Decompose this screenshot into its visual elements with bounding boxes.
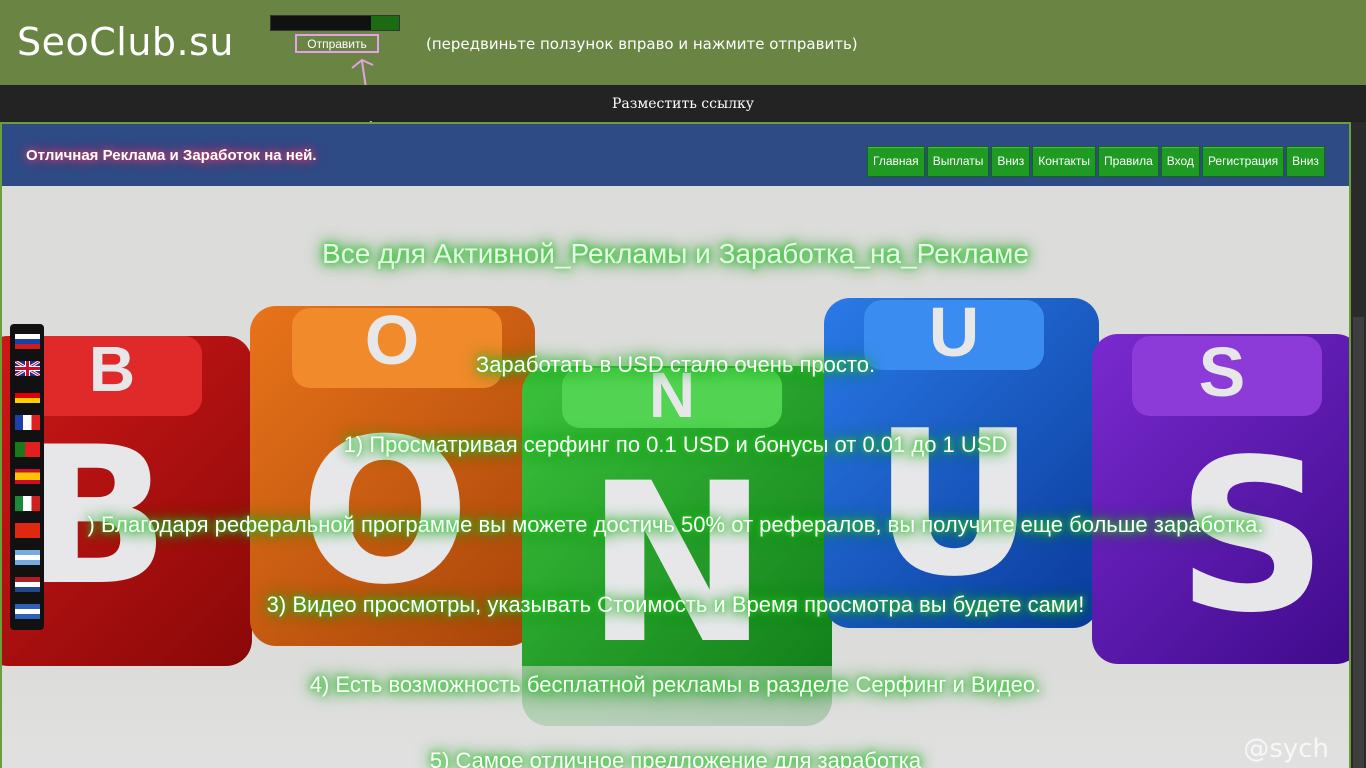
nav-menu: Главная Выплаты Вниз Контакты Правила Вх… bbox=[867, 146, 1325, 177]
nav-login[interactable]: Вход bbox=[1160, 146, 1200, 177]
hero-line-3: 3) Видео просмотры, указывать Стоимость … bbox=[266, 592, 1085, 617]
hero-line-1: 1) Просматривая серфинг по 0.1 USD и бон… bbox=[343, 432, 1008, 457]
nav-down-2[interactable]: Вниз bbox=[1286, 146, 1325, 177]
image-watermark: @sych bbox=[1243, 734, 1329, 764]
flag-es-icon[interactable] bbox=[15, 469, 40, 484]
flag-fr-icon[interactable] bbox=[15, 415, 40, 430]
flag-sv-icon[interactable] bbox=[15, 604, 40, 619]
hero-line-4: 4) Есть возможность бесплатной рекламы в… bbox=[309, 672, 1042, 697]
captcha-slider[interactable] bbox=[270, 15, 400, 31]
nav-contacts[interactable]: Контакты bbox=[1032, 146, 1097, 177]
site-logo[interactable]: SeoClub.su bbox=[17, 20, 234, 64]
hero-banner: B O N U S B O N U S Все для Активной_Рек… bbox=[2, 186, 1349, 768]
flag-it-icon[interactable] bbox=[15, 496, 40, 511]
page-scrollbar[interactable] bbox=[1351, 122, 1366, 768]
hero-line-intro: Заработать в USD стало очень просто. bbox=[475, 352, 876, 377]
nav-register[interactable]: Регистрация bbox=[1201, 146, 1285, 177]
navbar: Отличная Реклама и Заработок на ней. Гла… bbox=[2, 124, 1349, 186]
flag-ru-icon[interactable] bbox=[15, 334, 40, 349]
flag-pt-icon[interactable] bbox=[15, 442, 40, 457]
hero-line-5: 5) Самое отличное предложение для зарабо… bbox=[429, 748, 922, 768]
nav-payouts[interactable]: Выплаты bbox=[926, 146, 990, 177]
flag-zh-icon[interactable] bbox=[15, 523, 40, 538]
place-link-bar: Разместить ссылку bbox=[0, 85, 1366, 121]
hero-line-2: ) Благодаря реферальной программе вы мож… bbox=[87, 512, 1264, 537]
flag-ar-icon[interactable] bbox=[15, 550, 40, 565]
hero-title: Все для Активной_Рекламы и Заработка_на_… bbox=[322, 238, 1029, 269]
flag-nl-icon[interactable] bbox=[15, 577, 40, 592]
flag-de-icon[interactable] bbox=[15, 388, 40, 403]
language-switcher bbox=[10, 324, 44, 630]
nav-down[interactable]: Вниз bbox=[991, 146, 1031, 177]
nav-home[interactable]: Главная bbox=[867, 146, 925, 177]
scrollbar-thumb[interactable] bbox=[1353, 317, 1364, 768]
captcha-hint: (передвиньте ползунок вправо и нажмите о… bbox=[426, 35, 858, 53]
top-header: SeoClub.su Отправить (передвиньте ползун… bbox=[0, 0, 1366, 172]
place-link[interactable]: Разместить ссылку bbox=[612, 96, 754, 112]
brand-slogan: Отличная Реклама и Заработок на ней. bbox=[26, 147, 317, 164]
send-button[interactable]: Отправить bbox=[295, 34, 379, 53]
nav-rules[interactable]: Правила bbox=[1098, 146, 1159, 177]
main-content: Отличная Реклама и Заработок на ней. Гла… bbox=[0, 122, 1351, 768]
flag-en-icon[interactable] bbox=[14, 359, 41, 378]
slider-handle[interactable] bbox=[371, 16, 399, 30]
